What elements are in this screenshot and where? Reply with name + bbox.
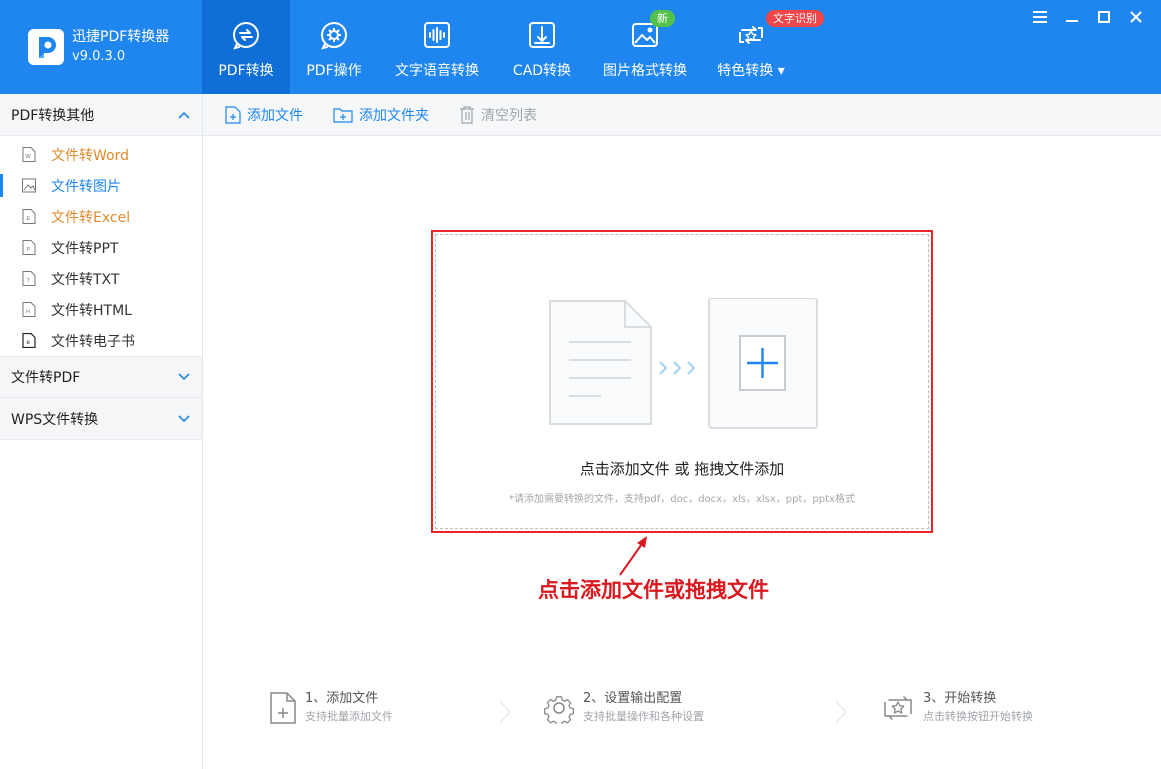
annotation-text: 点击添加文件或拖拽文件 — [538, 577, 769, 602]
step-settings: 2、设置输出配置 支持批量操作和各种设置 — [543, 690, 704, 726]
drop-zone-title: 点击添加文件 或 拖拽文件添加 — [579, 460, 785, 478]
add-file-button[interactable]: 添加文件 — [225, 105, 303, 125]
group-title: 文件转PDF — [11, 370, 81, 386]
nav-label: 文字语音转换 — [395, 63, 479, 79]
chevron-down-icon: ▾ — [777, 63, 785, 79]
nav-special-convert[interactable]: 特色转换 ▾ 文字识别 — [702, 0, 824, 94]
svg-text:T: T — [27, 278, 31, 284]
sidebar-group-wps[interactable]: WPS文件转换 — [0, 398, 202, 440]
ebook-file-icon: e — [22, 333, 36, 348]
txt-file-icon: T — [22, 271, 36, 286]
maximize-icon — [1098, 11, 1110, 23]
cad-icon — [529, 22, 555, 48]
sidebar-group-pdf-other[interactable]: PDF转换其他 — [0, 94, 202, 136]
add-file-step-icon — [270, 692, 296, 724]
html-file-icon: H — [22, 302, 36, 317]
trash-icon — [460, 105, 474, 124]
brand: 迅捷PDF转换器 v9.0.3.0 — [28, 27, 169, 67]
file-toolbar: 添加文件 添加文件夹 清空列表 — [203, 94, 1161, 136]
maximize-button[interactable] — [1091, 6, 1117, 28]
svg-text:e: e — [27, 340, 31, 346]
app-version: v9.0.3.0 — [72, 49, 126, 64]
app-name: 迅捷PDF转换器 — [72, 29, 170, 45]
file-drop-zone[interactable]: 点击添加文件 或 拖拽文件添加 *请添加需要转换的文件，支持pdf，doc，do… — [431, 230, 933, 533]
main-nav: PDF转换 PDF操作 文字语音转换 CAD转换 图片格式转换 新 特色转换 ▾… — [202, 0, 824, 94]
window-controls — [1027, 6, 1149, 28]
sidebar-item-to-html[interactable]: H 文件转HTML — [0, 294, 202, 325]
ppt-file-icon: P — [22, 240, 36, 255]
step-start-convert: 3、开始转换 点击转换按钮开始转换 — [881, 690, 1033, 726]
nav-pdf-convert[interactable]: PDF转换 — [202, 0, 290, 94]
step-separator-icon — [835, 700, 847, 724]
ocr-badge: 文字识别 — [766, 10, 824, 27]
pdf-operation-icon — [321, 22, 347, 50]
minimize-icon — [1066, 20, 1078, 22]
image-file-icon — [22, 178, 36, 193]
nav-label: PDF操作 — [306, 63, 362, 79]
word-file-icon: W — [22, 147, 36, 162]
minimize-button[interactable] — [1059, 6, 1085, 28]
add-document-illustration — [549, 298, 818, 429]
nav-label: PDF转换 — [218, 63, 274, 79]
nav-label: 特色转换 ▾ — [717, 63, 785, 79]
sidebar-item-to-excel[interactable]: E 文件转Excel — [0, 201, 202, 232]
add-folder-button[interactable]: 添加文件夹 — [333, 105, 429, 125]
chevron-up-icon — [178, 111, 190, 119]
nav-cad-convert[interactable]: CAD转换 — [496, 0, 588, 94]
sidebar: PDF转换其他 W 文件转Word 文件转图片 E 文件转Excel P 文件转… — [0, 94, 203, 769]
clear-list-button[interactable]: 清空列表 — [459, 105, 537, 125]
add-folder-icon — [333, 107, 353, 123]
svg-text:P: P — [27, 247, 31, 253]
steps-guide: 1、添加文件 支持批量添加文件 2、设置输出配置 支持批量操作和各种设置 3、开… — [203, 690, 1161, 740]
settings-gear-icon — [543, 696, 575, 724]
nav-pdf-operation[interactable]: PDF操作 — [290, 0, 378, 94]
hamburger-icon — [1033, 11, 1047, 23]
app-header: 迅捷PDF转换器 v9.0.3.0 PDF转换 PDF操作 文字语音转换 CAD… — [0, 0, 1161, 94]
excel-file-icon: E — [22, 209, 36, 224]
pdf-convert-icon — [233, 22, 259, 50]
text-voice-icon — [424, 22, 450, 48]
step-add-file: 1、添加文件 支持批量添加文件 — [269, 690, 393, 726]
step-separator-icon — [499, 700, 511, 724]
close-button[interactable] — [1123, 6, 1149, 28]
sidebar-item-to-ppt[interactable]: P 文件转PPT — [0, 232, 202, 263]
sidebar-item-to-image[interactable]: 文件转图片 — [0, 170, 202, 201]
start-convert-icon — [884, 696, 912, 720]
nav-text-voice[interactable]: 文字语音转换 — [378, 0, 496, 94]
sidebar-sub-list: W 文件转Word 文件转图片 E 文件转Excel P 文件转PPT T 文件… — [0, 136, 202, 356]
chevron-down-icon — [178, 373, 190, 381]
sidebar-group-to-pdf[interactable]: 文件转PDF — [0, 356, 202, 398]
sidebar-item-to-word[interactable]: W 文件转Word — [0, 139, 202, 170]
svg-text:E: E — [27, 216, 31, 222]
special-convert-icon — [739, 26, 763, 44]
close-icon — [1130, 11, 1142, 23]
new-badge: 新 — [650, 10, 675, 27]
sidebar-item-to-txt[interactable]: T 文件转TXT — [0, 263, 202, 294]
add-file-icon — [225, 105, 241, 124]
svg-text:W: W — [26, 154, 32, 160]
nav-label: 图片格式转换 — [603, 63, 687, 79]
app-logo-icon — [28, 29, 64, 65]
sidebar-item-to-ebook[interactable]: e 文件转电子书 — [0, 325, 202, 356]
annotation-arrow-icon — [619, 536, 647, 576]
chevron-down-icon — [178, 414, 190, 422]
nav-label: CAD转换 — [512, 63, 572, 79]
nav-image-format[interactable]: 图片格式转换 新 — [588, 0, 702, 94]
group-title: WPS文件转换 — [11, 411, 99, 428]
group-title: PDF转换其他 — [11, 107, 95, 124]
menu-button[interactable] — [1027, 6, 1053, 28]
svg-text:H: H — [26, 309, 30, 315]
drop-zone-hint: *请添加需要转换的文件，支持pdf，doc，docx，xls，xlsx，ppt，… — [509, 494, 855, 505]
